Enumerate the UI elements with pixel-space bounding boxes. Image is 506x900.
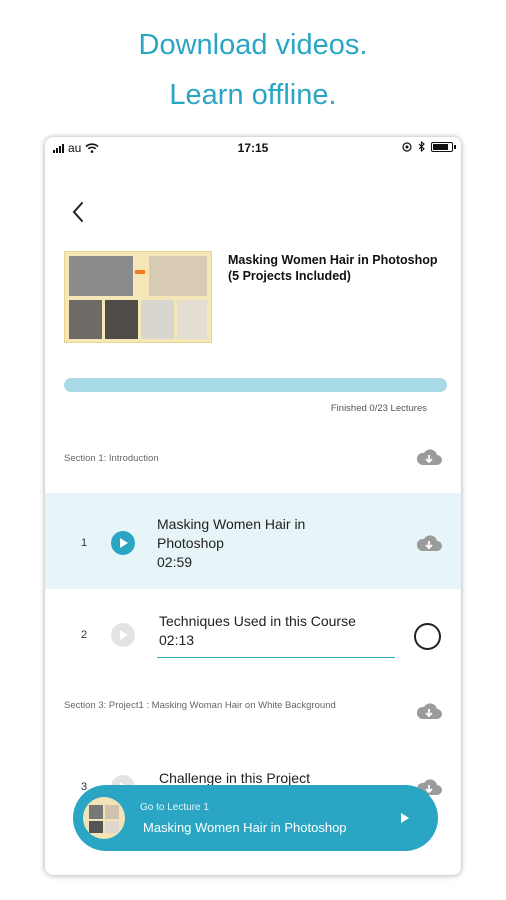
status-time: 17:15 — [237, 141, 269, 155]
play-icon[interactable] — [111, 531, 135, 555]
headline-line-2: Learn offline. — [169, 79, 337, 111]
play-icon[interactable] — [111, 623, 135, 647]
lecture-number: 1 — [81, 537, 88, 549]
download-status-circle[interactable] — [414, 623, 441, 650]
lecture-duration: 02:59 — [157, 554, 193, 570]
section-label: Section 3: Project1 : Masking Woman Hair… — [64, 700, 336, 711]
play-icon[interactable] — [401, 813, 409, 823]
go-to-lecture-caption: Go to Lecture 1 — [140, 802, 209, 813]
lecture-thumbnail — [83, 797, 125, 839]
bluetooth-icon — [418, 141, 425, 152]
go-to-lecture-bar[interactable]: Go to Lecture 1 Masking Women Hair in Ph… — [73, 785, 438, 851]
headline-line-1: Download videos. — [138, 29, 368, 61]
status-bar: au 17:15 — [45, 137, 461, 159]
back-arrow-icon[interactable] — [67, 200, 91, 224]
lecture-title: Techniques Used in this Course — [159, 613, 356, 629]
battery-icon — [431, 141, 456, 152]
course-thumbnail — [64, 251, 212, 343]
lecture-duration: 02:13 — [159, 632, 195, 648]
progress-label: Finished 0/23 Lectures — [330, 403, 427, 414]
download-progress-line — [157, 657, 395, 658]
download-cloud-icon[interactable] — [414, 446, 444, 468]
download-cloud-icon[interactable] — [414, 700, 444, 722]
lecture-row[interactable]: 2 Techniques Used in this Course 02:13 — [45, 589, 461, 685]
section-label: Section 1: Introduction — [64, 453, 159, 464]
phone-screen: au 17:15 Masking Women Hair in Photoshop… — [45, 137, 461, 875]
lecture-number: 2 — [81, 629, 88, 641]
orientation-lock-icon — [402, 141, 412, 152]
lecture-title: Masking Women Hair in Photoshop — [157, 516, 306, 551]
course-progress-bar — [64, 378, 447, 392]
go-to-lecture-title: Masking Women Hair in Photoshop — [143, 820, 347, 835]
download-cloud-icon[interactable] — [414, 532, 444, 554]
lecture-row[interactable]: 1 Masking Women Hair in Photoshop 02:59 — [45, 493, 461, 589]
course-title: Masking Women Hair in Photoshop (5 Proje… — [228, 253, 438, 283]
